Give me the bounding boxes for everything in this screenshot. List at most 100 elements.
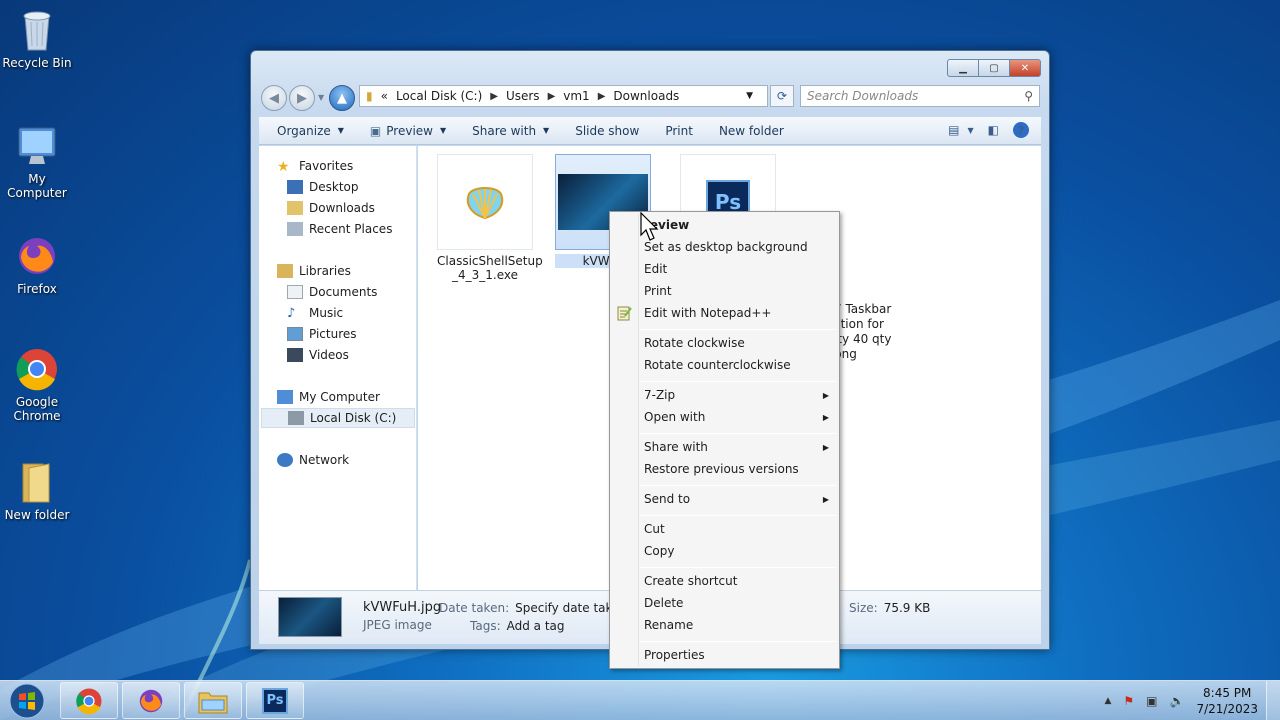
taskbar-photoshop[interactable]: Ps <box>246 682 304 719</box>
computer-icon <box>18 127 56 164</box>
back-button[interactable]: ◀ <box>261 85 287 111</box>
file-name: png <box>834 347 857 361</box>
breadcrumb-users[interactable]: Users <box>506 89 540 103</box>
recent-pages-dropdown-icon[interactable]: ▼ <box>318 93 324 102</box>
menu-item-create-shortcut[interactable]: Create shortcut <box>612 570 837 592</box>
address-dropdown-icon[interactable]: ▼ <box>746 91 753 101</box>
desktop-icon-label: My Computer <box>7 172 67 200</box>
desktop-icon-my-computer[interactable]: My Computer <box>2 122 72 200</box>
chrome-icon <box>76 688 102 714</box>
menu-item-delete[interactable]: Delete <box>612 592 837 614</box>
nav-videos[interactable]: Videos <box>287 345 349 365</box>
nav-favorites[interactable]: ★ Favorites <box>277 156 353 176</box>
desktop-icon-firefox[interactable]: Firefox <box>2 232 72 296</box>
change-view-icon[interactable]: ▤ <box>948 123 959 137</box>
nav-downloads[interactable]: Downloads <box>287 198 375 218</box>
network-icon <box>277 453 293 467</box>
details-date-taken[interactable]: Date taken: Specify date taken <box>439 601 627 615</box>
menu-item-copy[interactable]: Copy <box>612 540 837 562</box>
nav-label: Music <box>309 306 344 320</box>
desktop-icon-chrome[interactable]: Google Chrome <box>2 345 72 423</box>
breadcrumb-separator-icon[interactable]: ▶ <box>548 91 556 102</box>
details-tags[interactable]: Tags: Add a tag <box>470 619 565 633</box>
forward-button[interactable]: ▶ <box>289 85 315 111</box>
search-input[interactable]: Search Downloads ⚲ <box>800 85 1040 107</box>
nav-network[interactable]: Network <box>277 450 349 470</box>
maximize-button[interactable]: ▢ <box>978 59 1010 77</box>
nav-label: Pictures <box>309 327 357 341</box>
start-button[interactable] <box>4 682 50 720</box>
address-overflow-chevron[interactable]: « <box>381 89 388 103</box>
organize-button[interactable]: Organize ▼ <box>269 124 352 138</box>
desktop-icon-label: Google Chrome <box>13 395 61 423</box>
menu-item-7zip[interactable]: 7-Zip ▶ <box>612 384 837 406</box>
preview-pane-icon[interactable]: ◧ <box>988 123 999 137</box>
nav-label: Favorites <box>299 159 354 173</box>
nav-pictures[interactable]: Pictures <box>287 324 357 344</box>
tags-value[interactable]: Add a tag <box>507 619 565 633</box>
preview-label: Preview <box>386 123 433 138</box>
chrome-icon <box>16 349 57 391</box>
menu-item-print[interactable]: Print <box>612 280 837 302</box>
search-icon[interactable]: ⚲ <box>1024 89 1033 103</box>
refresh-button[interactable]: ⟳ <box>770 85 794 107</box>
breadcrumb-separator-icon[interactable]: ▶ <box>598 91 606 102</box>
taskbar-explorer[interactable] <box>184 682 242 719</box>
date-taken-label: Date taken: <box>439 601 510 615</box>
up-button[interactable]: ▲ <box>329 85 355 111</box>
menu-item-edit[interactable]: Edit <box>612 258 837 280</box>
breadcrumb-vm1[interactable]: vm1 <box>563 89 589 103</box>
network-status-icon[interactable]: ▣ <box>1146 694 1157 708</box>
breadcrumb-local-disk[interactable]: Local Disk (C:) <box>396 89 482 103</box>
preview-icon: ▣ <box>369 123 382 138</box>
desktop-icon-new-folder[interactable]: New folder <box>2 458 72 522</box>
nav-my-computer[interactable]: My Computer <box>277 387 380 407</box>
volume-muted-icon[interactable]: 🔈 <box>1170 694 1185 708</box>
details-thumbnail <box>278 597 342 637</box>
menu-item-edit-with-notepad[interactable]: Edit with Notepad++ <box>612 302 837 324</box>
nav-label: Desktop <box>309 180 359 194</box>
show-hidden-icons-icon[interactable]: ▲ <box>1104 696 1111 706</box>
help-icon[interactable]: ? <box>1013 122 1029 138</box>
print-button[interactable]: Print <box>657 124 701 138</box>
slide-show-button[interactable]: Slide show <box>567 124 647 138</box>
menu-item-rename[interactable]: Rename <box>612 614 837 636</box>
breadcrumb-separator-icon[interactable]: ▶ <box>490 91 498 102</box>
menu-item-rotate-clockwise[interactable]: Rotate clockwise <box>612 332 837 354</box>
nav-desktop[interactable]: Desktop <box>287 177 359 197</box>
menu-item-send-to[interactable]: Send to ▶ <box>612 488 837 510</box>
file-item[interactable]: ClassicShellSetup _4_3_1.exe <box>437 154 543 282</box>
breadcrumb-downloads[interactable]: Downloads <box>613 89 679 103</box>
submenu-arrow-icon: ▶ <box>822 442 829 452</box>
show-desktop-button[interactable] <box>1266 681 1280 720</box>
file-thumbnail <box>437 154 533 250</box>
file-name: 7 Taskbar <box>834 302 892 316</box>
menu-item-rotate-counterclockwise[interactable]: Rotate counterclockwise <box>612 354 837 376</box>
taskbar-chrome[interactable] <box>60 682 118 719</box>
nav-local-disk[interactable]: Local Disk (C:) <box>261 408 415 428</box>
new-folder-button[interactable]: New folder <box>711 124 792 138</box>
close-button[interactable]: ✕ <box>1009 59 1041 77</box>
share-with-button[interactable]: Share with ▼ <box>464 124 557 138</box>
minimize-button[interactable]: ▁ <box>947 59 979 77</box>
menu-item-cut[interactable]: Cut <box>612 518 837 540</box>
nav-recent-places[interactable]: Recent Places <box>287 219 392 239</box>
view-options-dropdown-icon[interactable]: ▼ <box>968 126 974 135</box>
search-placeholder: Search Downloads <box>807 89 919 103</box>
details-size: Size: 75.9 KB <box>849 601 930 615</box>
action-center-flag-icon[interactable]: ⚑ <box>1123 694 1134 708</box>
menu-item-open-with[interactable]: Open with ▶ <box>612 406 837 428</box>
desktop-icon-recycle-bin[interactable]: Recycle Bin <box>2 6 72 70</box>
file-name: ClassicShellSetup <box>437 254 543 268</box>
nav-music[interactable]: ♪ Music <box>287 303 343 323</box>
menu-item-share-with[interactable]: Share with ▶ <box>612 436 837 458</box>
taskbar-firefox[interactable] <box>122 682 180 719</box>
address-bar[interactable]: ▮ « Local Disk (C:) ▶ Users ▶ vm1 ▶ Down… <box>359 85 768 107</box>
menu-item-restore-previous-versions[interactable]: Restore previous versions <box>612 458 837 480</box>
preview-button[interactable]: ▣ Preview ▼ <box>362 124 454 138</box>
menu-item-label: Send to <box>644 492 691 506</box>
nav-documents[interactable]: Documents <box>287 282 377 302</box>
nav-libraries[interactable]: Libraries <box>277 261 351 281</box>
clock[interactable]: 8:45 PM 7/21/2023 <box>1196 685 1258 717</box>
menu-item-properties[interactable]: Properties <box>612 644 837 666</box>
